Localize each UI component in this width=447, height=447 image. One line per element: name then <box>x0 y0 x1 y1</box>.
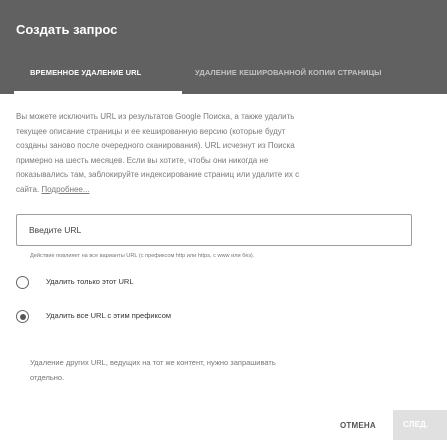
description-line: показывались там, заблокируйте индексиро… <box>16 170 300 179</box>
radio-option-this-url-only[interactable]: Удалить только этот URL <box>16 274 316 294</box>
description-last-line: сайта. Подробнее... <box>16 183 426 198</box>
dialog-header: Создать запрос ВРЕМЕННОЕ УДАЛЕНИЕ URL УД… <box>0 0 447 94</box>
radio-label: Удалить только этот URL <box>46 277 134 286</box>
tab-cached-copy-removal[interactable]: УДАЛЕНИЕ КЕШИРОВАННОЙ КОПИИ СТРАНИЦЫ <box>195 58 445 94</box>
note-line: отдельно. <box>30 373 65 382</box>
url-input-hint: Действие повлияет на все варианты URL (с… <box>30 253 255 259</box>
cancel-button[interactable]: ОТМЕНА <box>340 421 376 430</box>
next-button[interactable]: СЛЕД. <box>393 410 447 440</box>
tab-bar: ВРЕМЕННОЕ УДАЛЕНИЕ URL УДАЛЕНИЕ КЕШИРОВА… <box>0 58 447 94</box>
radio-label: Удалить все URL с этим префиксом <box>46 311 172 320</box>
description-line: текущее описание страницы и ее кеширован… <box>16 126 286 136</box>
other-urls-note: Удаление других URL, ведущих на тот же к… <box>30 355 390 385</box>
description-line: примерно на шесть месяцев. Если вы хотит… <box>16 155 269 165</box>
active-tab-indicator <box>14 91 182 94</box>
description-text: Вы можете исключить URL из результатов G… <box>16 110 426 197</box>
tab-temporary-url-removal[interactable]: ВРЕМЕННОЕ УДАЛЕНИЕ URL <box>30 58 170 94</box>
radio-selected-dot <box>19 313 26 320</box>
description-line: созданы заново после очередного сканиров… <box>16 141 295 150</box>
url-input[interactable] <box>16 214 412 246</box>
radio-button-unselected[interactable] <box>16 276 29 289</box>
radio-button-selected[interactable] <box>16 310 29 323</box>
description-line-prefix: сайта. <box>16 184 42 194</box>
learn-more-link[interactable]: Подробнее... <box>41 185 89 194</box>
radio-option-all-with-prefix[interactable]: Удалить все URL с этим префиксом <box>16 308 316 328</box>
dialog-title: Создать запрос <box>16 22 118 37</box>
description-line: Вы можете исключить URL из результатов G… <box>16 112 295 121</box>
note-line: Удаление других URL, ведущих на тот же к… <box>30 358 276 367</box>
